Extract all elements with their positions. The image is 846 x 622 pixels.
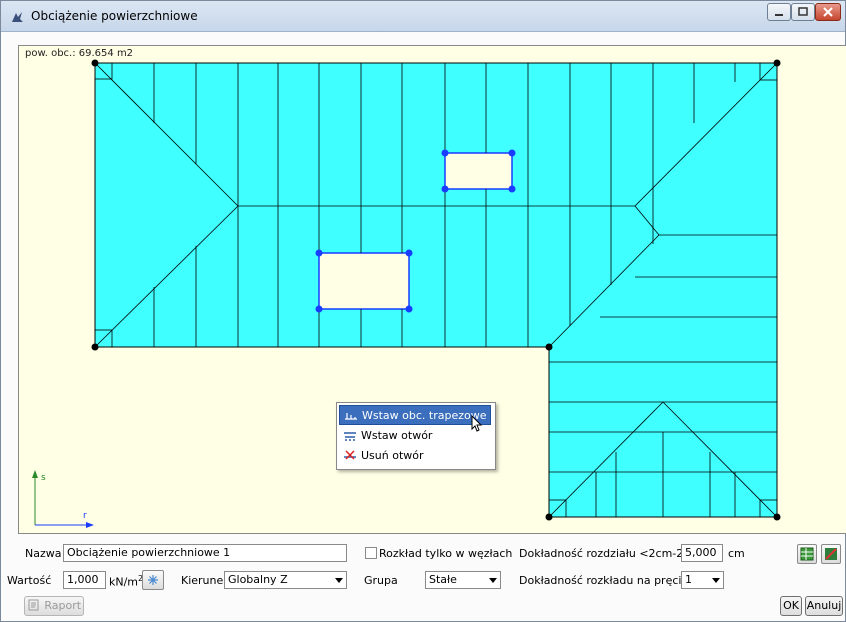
report-icon [28,599,39,611]
close-icon [823,7,833,17]
value-picker-button[interactable] [142,570,164,590]
direction-select[interactable]: Globalny Z [224,571,347,589]
menu-item-insert-trapezoid-load[interactable]: Wstaw obc. trapezowe [339,405,491,425]
minimize-button[interactable] [767,3,791,21]
insert-opening-icon [344,432,356,441]
opening-1 [444,152,513,190]
close-button[interactable] [815,3,841,21]
bar-accuracy-select[interactable]: 1 [681,571,724,589]
table-button[interactable] [797,544,817,564]
cancel-button[interactable]: Anuluj [805,596,843,616]
name-input[interactable]: Obciążenie powierzchniowe 1 [63,544,347,562]
menu-item-label: Wstaw otwór [361,429,433,442]
chevron-down-icon [335,578,343,583]
maximize-icon [798,7,808,16]
chevron-down-icon [489,578,497,583]
name-label: Nazwa [25,547,62,560]
maximize-button[interactable] [791,3,815,21]
menu-item-delete-opening[interactable]: Usuń otwór [339,446,491,466]
axis-r-label: r [83,511,87,521]
axis-s-label: s [41,473,46,483]
context-menu: Wstaw obc. trapezowe Wstaw otwór Usuń ot… [336,402,496,470]
value-label: Wartość [7,574,52,587]
report-button-label: Raport [44,599,82,612]
delete-opening-icon [344,450,356,460]
app-icon [12,12,23,22]
direction-label: Kierunek [181,574,230,587]
accuracy-input[interactable]: 5,000 [681,544,723,562]
value-unit: kN/m2 [109,574,144,589]
menu-item-label: Wstaw obc. trapezowe [362,409,487,422]
dialog-window: Obciążenie powierzchniowe pow. obc.: 69.… [0,0,846,622]
minimize-icon [775,14,783,16]
group-select[interactable]: Stałe [425,571,501,589]
nodes-only-label: Rozkład tylko w węzłach [379,547,513,560]
area-label: pow. obc.: 69.654 m2 [25,48,134,59]
bar-accuracy-value: 1 [685,573,692,586]
report-button[interactable]: Raport [24,596,84,616]
menu-item-insert-opening[interactable]: Wstaw otwór [339,426,491,446]
mouse-cursor-icon [471,415,483,432]
drawing-canvas[interactable]: pow. obc.: 69.654 m2 s r Wstaw obc. trap… [18,45,846,534]
group-label: Grupa [364,574,398,587]
window-title: Obciążenie powierzchniowe [31,9,198,23]
accuracy-unit: cm [728,547,745,560]
ok-button[interactable]: OK [780,596,802,616]
trapezoid-load-icon [345,413,357,420]
chevron-down-icon [712,578,720,583]
settings-button[interactable] [821,544,841,564]
direction-value: Globalny Z [228,573,288,586]
title-bar: Obciążenie powierzchniowe [1,1,845,32]
menu-item-label: Usuń otwór [361,449,424,462]
value-input[interactable]: 1,000 [63,571,106,589]
table-icon [800,547,814,561]
bar-accuracy-label: Dokładność rozkładu na pręcie [519,574,689,587]
nodes-only-checkbox[interactable] [365,547,377,559]
opening-2 [318,252,410,310]
snowflake-icon [148,575,158,585]
tools-icon [825,548,837,560]
group-value: Stałe [429,573,457,586]
